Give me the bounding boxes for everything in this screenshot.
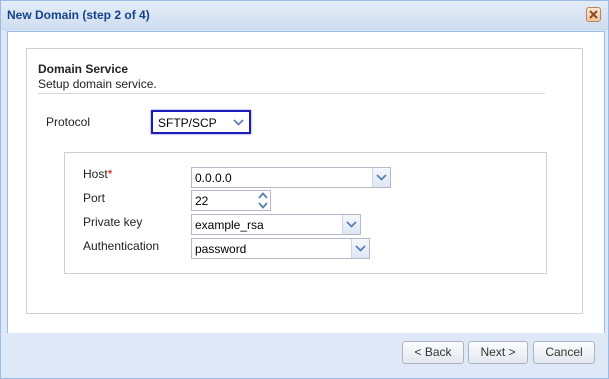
chevron-down-icon	[376, 174, 387, 181]
chevron-down-icon	[346, 221, 357, 228]
private-key-label: Private key	[83, 215, 143, 229]
protocol-focus-frame: SFTP/SCP	[151, 110, 251, 134]
title-bar[interactable]: New Domain (step 2 of 4)	[1, 1, 608, 30]
chevron-down-icon	[233, 119, 244, 126]
section-subtitle: Setup domain service.	[38, 77, 157, 91]
authentication-select[interactable]: password	[191, 238, 370, 259]
host-value: 0.0.0.0	[195, 171, 232, 185]
host-label-text: Host	[83, 167, 108, 181]
close-icon	[589, 10, 598, 19]
host-select[interactable]: 0.0.0.0	[191, 167, 391, 188]
new-domain-dialog: New Domain (step 2 of 4) Domain Service …	[0, 0, 609, 379]
next-button[interactable]: Next >	[468, 341, 528, 364]
port-label: Port	[83, 191, 106, 205]
chevron-down-icon	[355, 245, 366, 252]
authentication-value: password	[195, 242, 247, 256]
protocol-value: SFTP/SCP	[158, 116, 217, 130]
dialog-title: New Domain (step 2 of 4)	[7, 8, 150, 22]
spinner-arrows-icon	[258, 192, 268, 209]
private-key-dropdown-trigger[interactable]	[342, 215, 360, 234]
port-value: 22	[195, 194, 209, 208]
section-divider	[38, 93, 545, 94]
protocol-select[interactable]: SFTP/SCP	[155, 113, 247, 131]
port-spinner-arrows[interactable]	[256, 191, 270, 210]
required-marker: *	[107, 167, 113, 181]
cancel-button[interactable]: Cancel	[533, 341, 595, 364]
back-button[interactable]: < Back	[402, 341, 464, 364]
private-key-value: example_rsa	[195, 218, 264, 232]
host-label: Host*	[83, 167, 112, 181]
protocol-label: Protocol	[46, 115, 91, 129]
private-key-select[interactable]: example_rsa	[191, 214, 361, 235]
host-dropdown-trigger[interactable]	[372, 168, 390, 187]
wizard-body: Domain Service Setup domain service. Pro…	[7, 31, 605, 334]
close-button[interactable]	[586, 7, 601, 22]
protocol-dropdown-trigger[interactable]	[230, 113, 247, 131]
port-spinner[interactable]: 22	[191, 190, 271, 211]
authentication-dropdown-trigger[interactable]	[351, 239, 369, 258]
authentication-label: Authentication	[83, 239, 160, 253]
section-title: Domain Service	[38, 62, 129, 76]
connection-fieldset: Host* 0.0.0.0 Port 22 Private key exampl…	[64, 152, 547, 274]
